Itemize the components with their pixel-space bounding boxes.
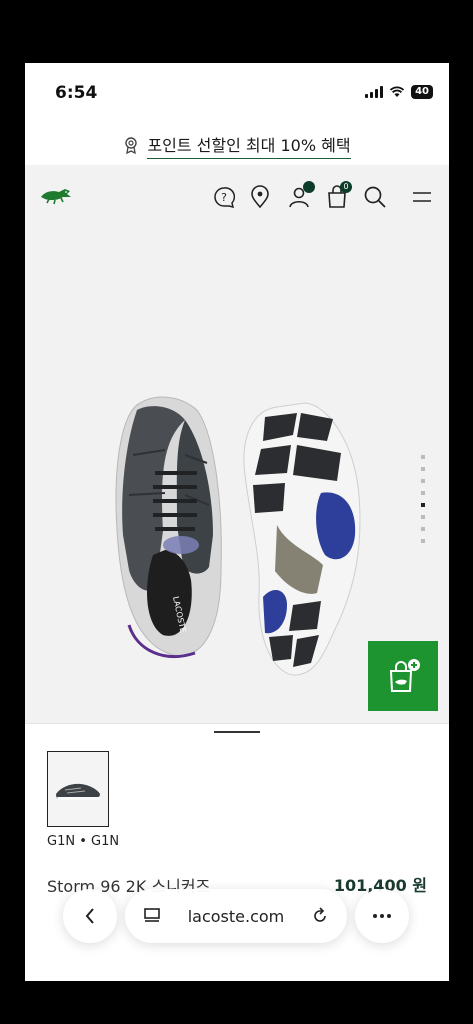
gallery-pagination[interactable]: [421, 455, 425, 543]
shoe-thumbnail-image: [56, 783, 100, 800]
promo-banner[interactable]: 포인트 선할인 최대 10% 혜택: [25, 125, 449, 165]
promo-text[interactable]: 포인트 선할인 최대 10% 혜택: [147, 132, 351, 159]
address-bar[interactable]: lacoste.com: [125, 889, 347, 943]
cart-count-badge: 0: [340, 181, 352, 193]
gallery-dot[interactable]: [421, 491, 425, 495]
signal-icon: [365, 86, 384, 98]
account-status-dot: [303, 181, 315, 193]
shoe-top-view: LACOSTE: [115, 396, 222, 658]
tab-layout-icon[interactable]: [143, 907, 161, 925]
svg-text:?: ?: [221, 191, 227, 204]
url-text[interactable]: lacoste.com: [188, 907, 285, 926]
color-code: G1N • G1N: [47, 834, 120, 849]
gallery-dot[interactable]: [421, 479, 425, 483]
product-gallery[interactable]: ? 0 LACOSTE: [25, 165, 449, 723]
status-bar: 6:54 40: [25, 63, 449, 125]
phone-screen: 6:54 40 포인트 선할인 최대 10% 혜택 ? 0 LACOSTE G1…: [25, 63, 449, 981]
back-button[interactable]: [63, 889, 117, 943]
sheet-divider: [25, 723, 449, 724]
award-icon: [125, 137, 138, 154]
browser-toolbar: lacoste.com: [63, 889, 409, 943]
product-image[interactable]: LACOSTE: [25, 205, 449, 705]
shoe-sole-view: [243, 402, 361, 676]
gallery-dot[interactable]: [421, 455, 425, 459]
battery-icon: 40: [411, 85, 433, 99]
more-options-button[interactable]: [355, 889, 409, 943]
gallery-dot[interactable]: [421, 467, 425, 471]
status-time: 6:54: [55, 83, 98, 103]
gallery-dot-active[interactable]: [421, 503, 425, 507]
more-icon: [373, 914, 391, 918]
gallery-dot[interactable]: [421, 527, 425, 531]
color-swatch-thumbnail[interactable]: [47, 751, 109, 827]
shopping-bag-plus-icon: [389, 659, 420, 692]
lacoste-logo[interactable]: [39, 185, 73, 205]
add-to-cart-button[interactable]: [368, 641, 438, 711]
reload-icon[interactable]: [311, 907, 329, 925]
chevron-left-icon: [85, 908, 94, 924]
sheet-drag-handle[interactable]: [214, 731, 260, 733]
gallery-dot[interactable]: [421, 539, 425, 543]
status-icons: 40: [365, 85, 433, 99]
wifi-icon: [389, 86, 405, 97]
gallery-dot[interactable]: [421, 515, 425, 519]
